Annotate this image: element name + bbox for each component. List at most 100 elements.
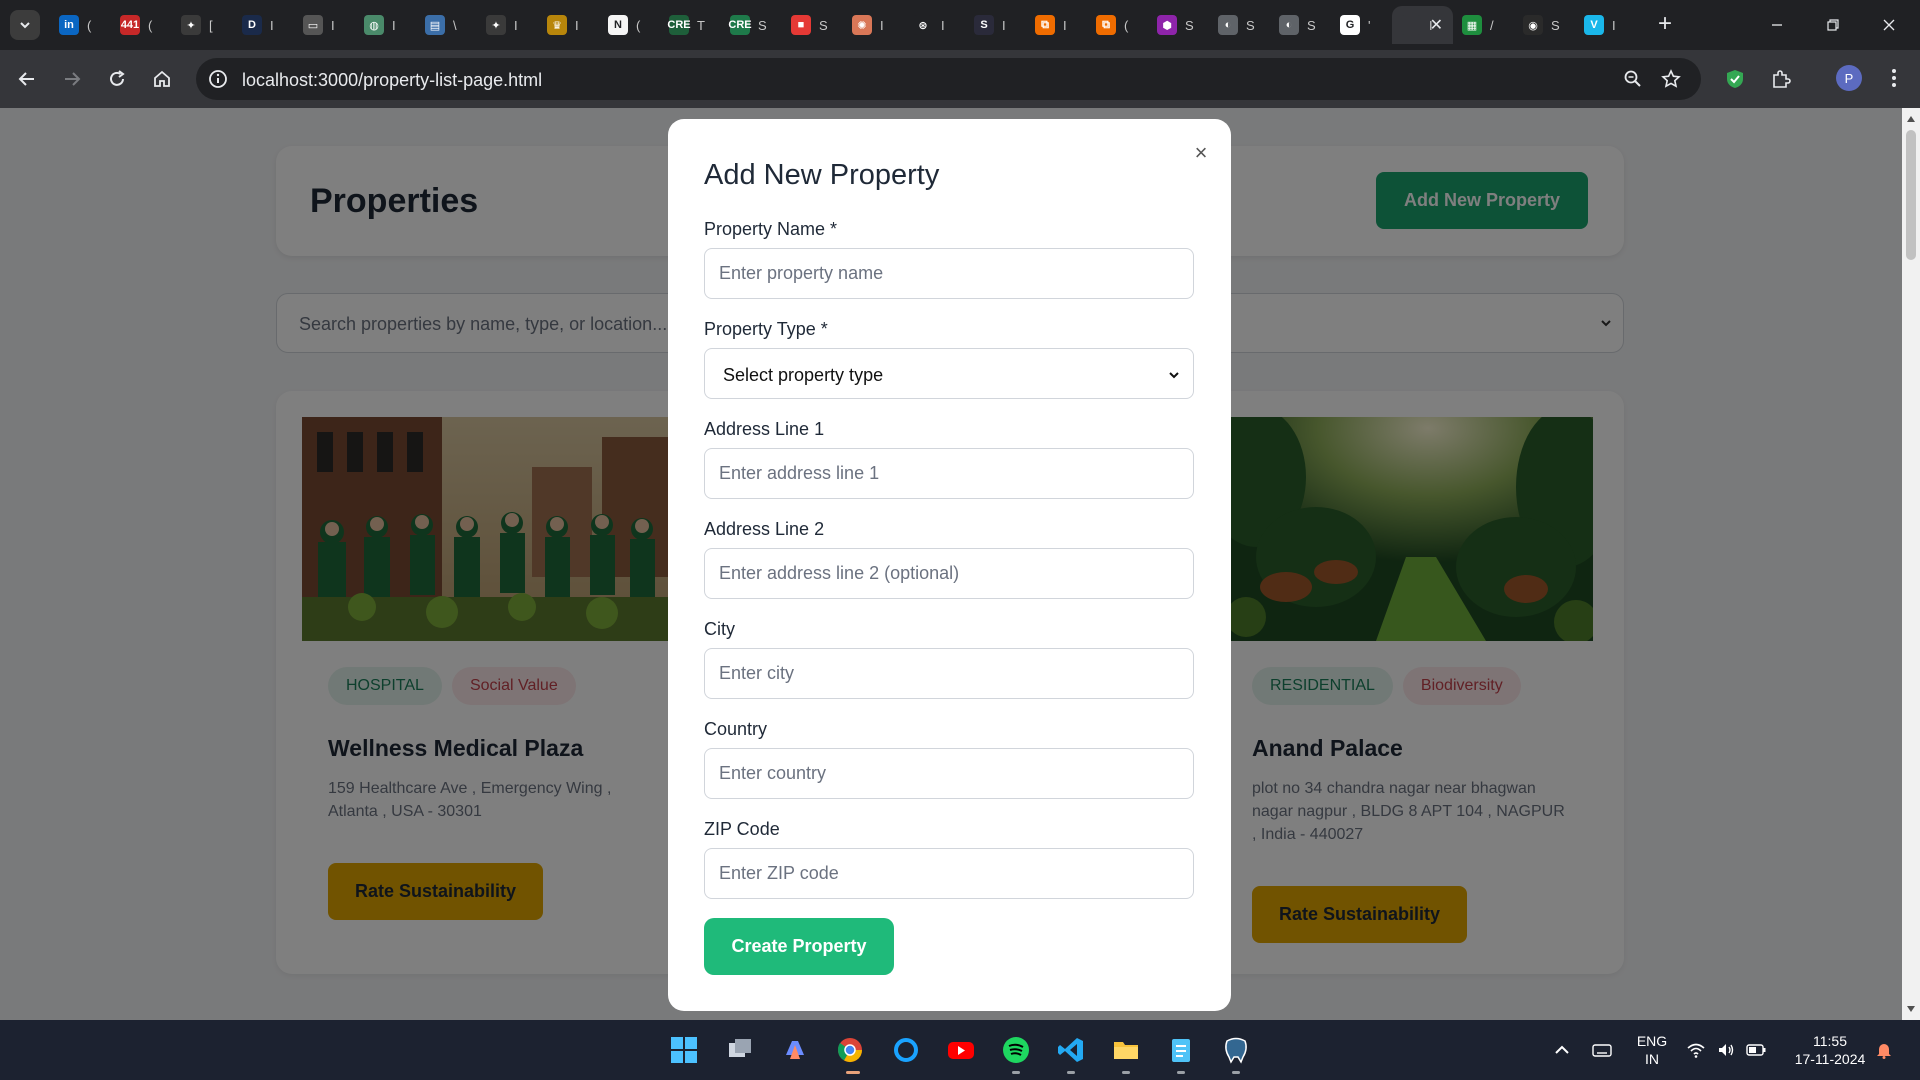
browser-tab[interactable]: ♛ I: [538, 6, 599, 44]
vscode-button[interactable]: [1055, 1034, 1087, 1066]
close-icon: [1883, 19, 1895, 31]
new-tab-button[interactable]: +: [1650, 9, 1680, 39]
browser-tab[interactable]: VI: [1575, 6, 1636, 44]
scroll-up-arrow-icon[interactable]: [1907, 116, 1915, 122]
page-scrollbar[interactable]: [1902, 108, 1920, 1020]
start-button[interactable]: [668, 1034, 700, 1066]
file-explorer-button[interactable]: [1110, 1034, 1142, 1066]
profile-avatar[interactable]: P: [1836, 65, 1862, 91]
property-name-field[interactable]: [704, 248, 1194, 299]
folder-icon: [1114, 1042, 1138, 1059]
create-property-button[interactable]: Create Property: [704, 918, 894, 975]
reload-button[interactable]: [100, 62, 134, 96]
browser-tab[interactable]: ◉ S: [1514, 6, 1575, 44]
tab-search-button[interactable]: [10, 10, 40, 40]
browser-tab[interactable]: ◐ S: [1209, 6, 1270, 44]
restore-button[interactable]: [1810, 8, 1856, 42]
browser-tab[interactable]: ▭ I: [294, 6, 355, 44]
chevron-up-icon[interactable]: [1552, 1040, 1572, 1060]
task-view-button[interactable]: [724, 1034, 756, 1066]
browser-tab[interactable]: CRE S: [721, 6, 782, 44]
browser-tab[interactable]: ▤ \: [416, 6, 477, 44]
browser-tab[interactable]: ⧉ I: [1026, 6, 1087, 44]
spotify-button[interactable]: [1000, 1034, 1032, 1066]
back-button[interactable]: [10, 62, 44, 96]
address-line-1-field[interactable]: [704, 448, 1194, 499]
browser-tab[interactable]: ⬢ S: [1148, 6, 1209, 44]
shield-extension-icon[interactable]: [1724, 68, 1746, 90]
browser-tab[interactable]: ◐ S: [1270, 6, 1331, 44]
browser-tab[interactable]: SI: [965, 6, 1026, 44]
close-window-button[interactable]: [1866, 8, 1912, 42]
running-indicator: [1012, 1071, 1020, 1074]
copilot-icon: [786, 1041, 804, 1059]
clock[interactable]: 11:55 17-11-2024: [1780, 1032, 1880, 1068]
browser-tab[interactable]: ⊛ I: [904, 6, 965, 44]
v-icon: V: [1584, 15, 1604, 35]
address-bar[interactable]: localhost:3000/property-list-page.html: [196, 58, 1701, 100]
browser-tab[interactable]: ■ S: [782, 6, 843, 44]
dark-icon: ◉: [1523, 15, 1543, 35]
browser-tab[interactable]: ◍ I: [355, 6, 416, 44]
property-type-select[interactable]: Select property type: [704, 348, 1194, 399]
forward-button[interactable]: [55, 62, 89, 96]
tab-title: T: [697, 17, 705, 33]
notification-bell-icon[interactable]: [1874, 1040, 1894, 1060]
trophy-icon: ♛: [547, 15, 567, 35]
cre-icon: CRE: [667, 15, 691, 35]
browser-tab[interactable]: in (: [50, 6, 111, 44]
bulb-icon: ✦: [181, 15, 201, 35]
youtube-button[interactable]: [945, 1034, 977, 1066]
openai-icon: ⊛: [913, 15, 933, 35]
site-info-icon[interactable]: [206, 67, 230, 91]
city-field[interactable]: [704, 648, 1194, 699]
globe-icon: ◐: [1279, 15, 1299, 35]
bookmark-star-icon[interactable]: [1661, 69, 1681, 89]
close-tab-icon[interactable]: ✕: [1430, 15, 1443, 35]
address-line-1-label: Address Line 1: [704, 419, 825, 439]
browser-tab[interactable]: ▦ /: [1453, 6, 1514, 44]
scroll-down-arrow-icon[interactable]: [1907, 1006, 1915, 1012]
browser-tab[interactable]: ✺ I: [843, 6, 904, 44]
browser-tab[interactable]: DI: [233, 6, 294, 44]
browser-tab[interactable]: ✦ I: [477, 6, 538, 44]
chevron-down-icon: [1169, 372, 1179, 379]
scrollbar-thumb[interactable]: [1906, 130, 1916, 260]
language-indicator[interactable]: ENG IN: [1632, 1032, 1672, 1068]
browser-tab[interactable]: N(: [599, 6, 660, 44]
browser-tab[interactable]: I ✕: [1392, 6, 1453, 44]
property-type-value: Select property type: [723, 365, 884, 385]
running-indicator: [1067, 1071, 1075, 1074]
notepad-button[interactable]: [1165, 1034, 1197, 1066]
browser-tab[interactable]: ✦[: [172, 6, 233, 44]
browser-tab[interactable]: CRE T: [660, 6, 721, 44]
home-button[interactable]: [145, 62, 179, 96]
close-icon[interactable]: ×: [1189, 140, 1213, 165]
browser-tab[interactable]: 441 (: [111, 6, 172, 44]
browser-tab[interactable]: G ': [1331, 6, 1392, 44]
page-viewport: Properties Add New Property Search prope…: [0, 108, 1902, 1020]
tab-title: S: [1551, 17, 1560, 33]
tab-title: S: [758, 17, 767, 33]
clock-time: 11:55: [1813, 1033, 1847, 1049]
copilot-button[interactable]: [779, 1034, 811, 1066]
browser-tab[interactable]: ⧉(: [1087, 6, 1148, 44]
cortana-button[interactable]: [890, 1034, 922, 1066]
postgres-button[interactable]: [1220, 1034, 1252, 1066]
tab-title: S: [819, 17, 828, 33]
minimize-button[interactable]: [1754, 8, 1800, 42]
keyboard-icon[interactable]: [1592, 1040, 1612, 1060]
address-line-2-field[interactable]: [704, 548, 1194, 599]
arrow-left-icon: [18, 72, 34, 86]
country-field[interactable]: [704, 748, 1194, 799]
extensions-puzzle-icon[interactable]: [1770, 68, 1792, 90]
battery-icon[interactable]: [1746, 1040, 1766, 1060]
url-text[interactable]: localhost:3000/property-list-page.html: [242, 70, 542, 91]
zoom-icon[interactable]: [1623, 69, 1643, 89]
more-menu-icon[interactable]: [1882, 66, 1906, 90]
volume-icon[interactable]: [1716, 1040, 1736, 1060]
zip-code-field[interactable]: [704, 848, 1194, 899]
chrome-taskbar-button[interactable]: [834, 1034, 866, 1066]
notepad-icon: [1172, 1039, 1190, 1062]
wifi-icon[interactable]: [1686, 1040, 1706, 1060]
